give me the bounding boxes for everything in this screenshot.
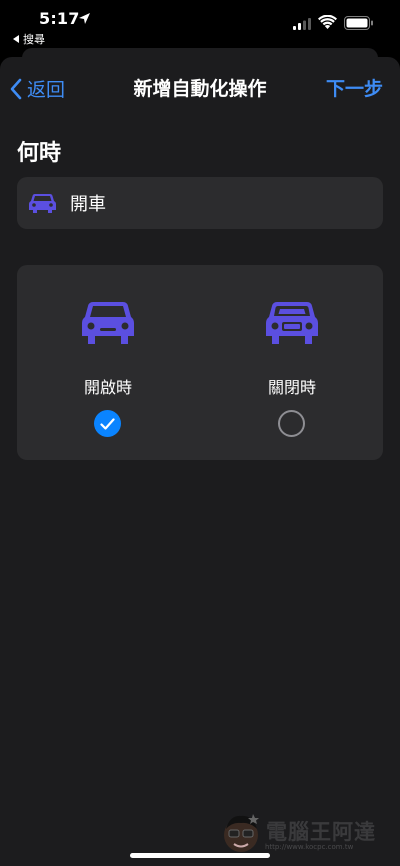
watermark-text: 電腦王阿達 bbox=[266, 820, 376, 844]
car-icon bbox=[29, 194, 56, 213]
back-triangle-icon bbox=[13, 35, 19, 43]
wifi-icon bbox=[318, 15, 337, 29]
mascot-face-icon bbox=[224, 814, 259, 852]
next-button[interactable]: 下一步 bbox=[326, 74, 383, 101]
trigger-label: 開車 bbox=[70, 194, 106, 215]
section-title: 何時 bbox=[17, 141, 62, 166]
checkmark-icon bbox=[100, 417, 115, 430]
status-time: 5:17 bbox=[39, 9, 80, 28]
selected-radio[interactable] bbox=[94, 410, 121, 437]
car-icon bbox=[82, 302, 134, 344]
trigger-row[interactable]: 開車 bbox=[17, 177, 383, 229]
option-on-open-label: 開啟時 bbox=[83, 378, 132, 397]
watermark: 電腦王阿達 http://www.kocpc.com.tw bbox=[218, 808, 393, 858]
status-bar: 5:17 搜尋 bbox=[0, 0, 400, 48]
chevron-left-icon bbox=[10, 78, 22, 99]
back-button-label: 返回 bbox=[27, 79, 66, 101]
nav-bar: 返回 新增自動化操作 下一步 bbox=[0, 57, 400, 115]
back-to-app-label: 搜尋 bbox=[23, 33, 45, 46]
option-on-close-label: 關閉時 bbox=[267, 378, 316, 397]
option-on-close[interactable]: 關閉時 bbox=[217, 265, 367, 460]
home-indicator[interactable] bbox=[130, 853, 270, 858]
options-card: 開啟時 關閉時 bbox=[17, 265, 383, 460]
back-to-app-button[interactable]: 搜尋 bbox=[13, 31, 45, 47]
car-outline-icon bbox=[266, 302, 318, 344]
location-arrow-icon bbox=[79, 13, 90, 24]
option-on-open[interactable]: 開啟時 bbox=[33, 265, 183, 460]
back-button[interactable]: 返回 bbox=[9, 75, 65, 102]
signal-icon bbox=[293, 18, 311, 30]
watermark-url: http://www.kocpc.com.tw bbox=[265, 843, 354, 851]
unselected-radio[interactable] bbox=[278, 410, 305, 437]
automation-sheet: 返回 新增自動化操作 下一步 何時 開車 開啟時 關閉時 bbox=[0, 57, 400, 866]
battery-icon bbox=[344, 16, 373, 30]
